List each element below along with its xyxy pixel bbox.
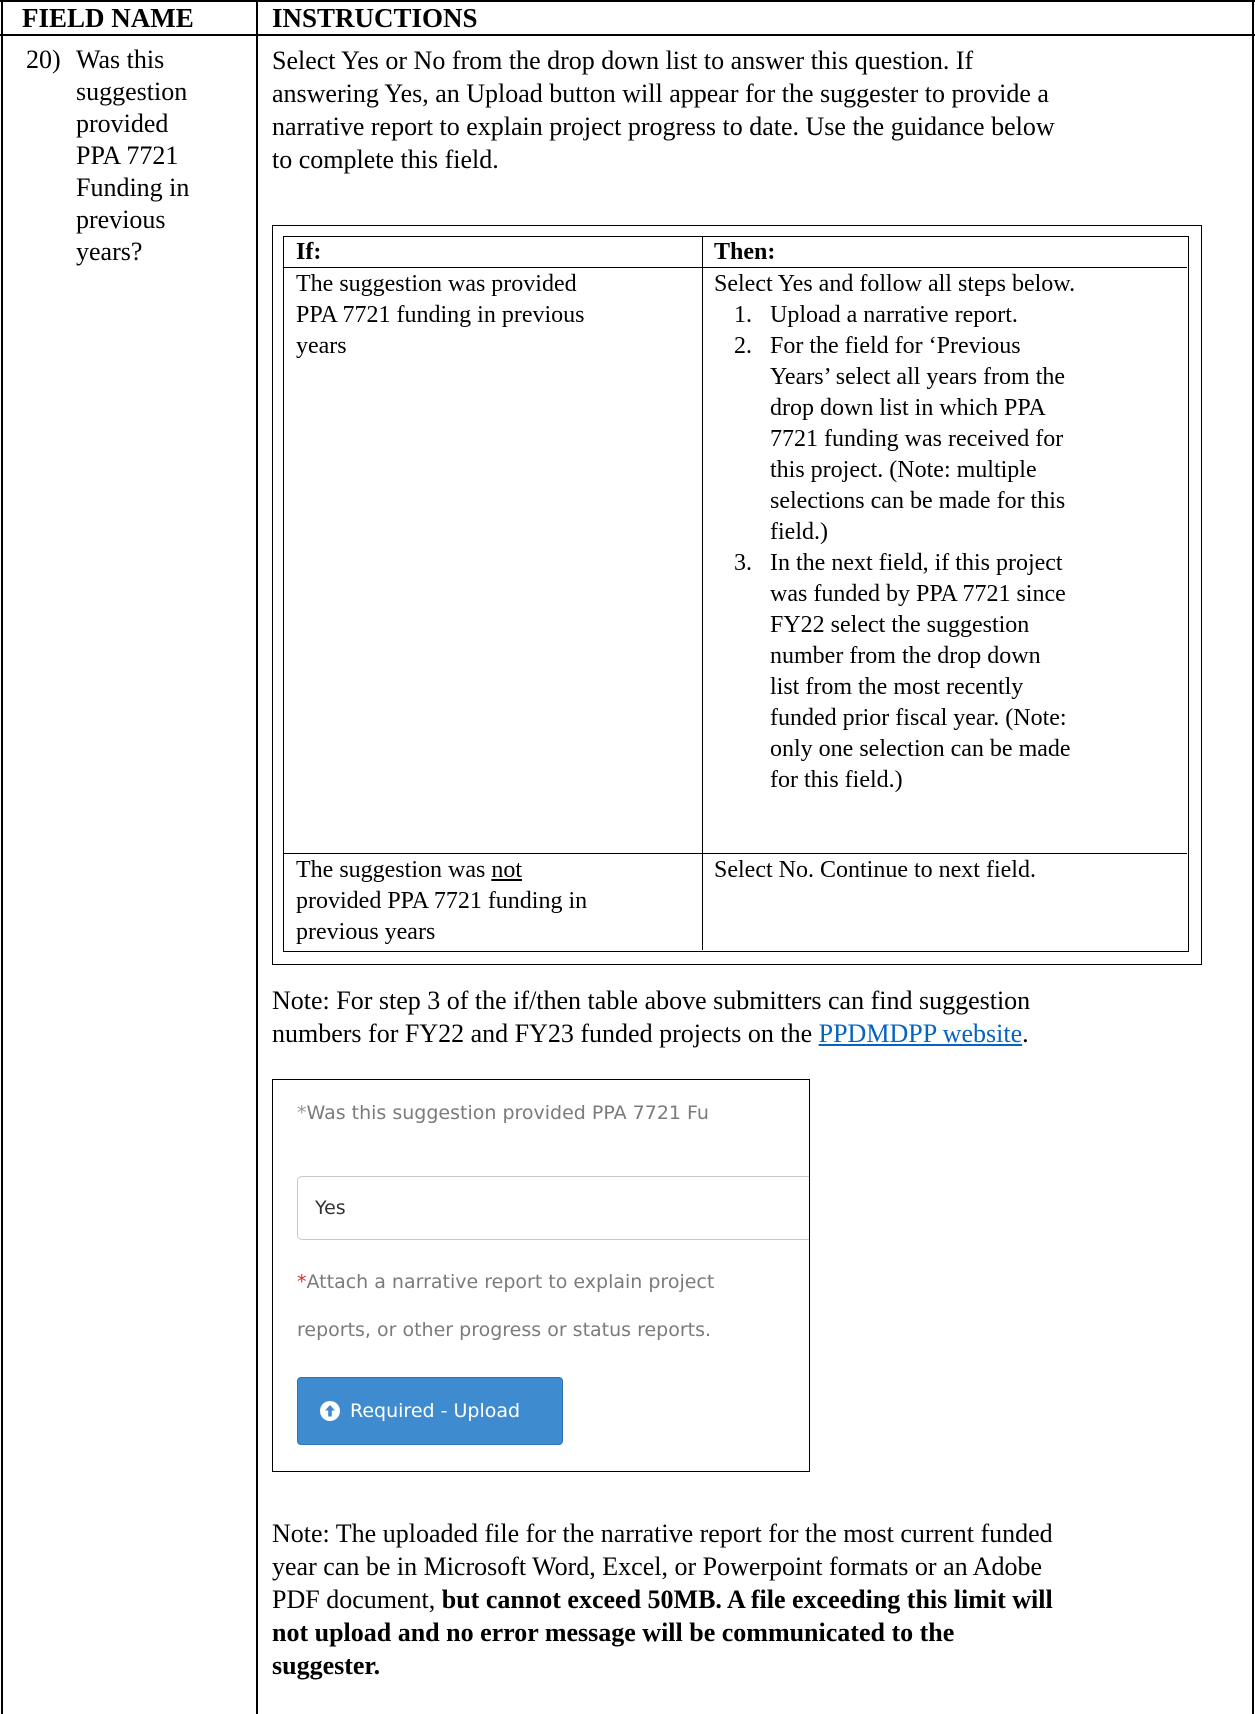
note-line: Note: The uploaded file for the narrativ… xyxy=(272,1519,1053,1548)
table-top-border xyxy=(0,0,1255,2)
row2-if-prefix: The suggestion was xyxy=(296,857,492,883)
field-name-line: years? xyxy=(76,237,143,266)
form-screenshot: *Was this suggestion provided PPA 7721 F… xyxy=(272,1079,810,1472)
step-line: funded prior fiscal year. (Note: xyxy=(770,705,1067,731)
row2-if-line: previous years xyxy=(296,919,436,945)
step-line: was funded by PPA 7721 since xyxy=(770,581,1066,607)
note-text: PDF document, xyxy=(272,1585,442,1614)
step-line: FY22 select the suggestion xyxy=(770,612,1030,638)
intro-line: Select Yes or No from the drop down list… xyxy=(272,46,974,75)
step-line: 7721 funding was received for xyxy=(770,426,1064,452)
note-bold-line: not upload and no error message will be … xyxy=(272,1618,955,1647)
question-label: *Was this suggestion provided PPA 7721 F… xyxy=(297,1095,709,1131)
field-name-line: Funding in xyxy=(76,173,190,202)
attach-label-text: Attach a narrative report to explain pro… xyxy=(306,1271,715,1293)
step-number: 2. xyxy=(734,333,752,359)
row2-then-cell: Select No. Continue to next field. xyxy=(714,857,1036,883)
note-text: . xyxy=(1022,1019,1029,1048)
header-field-name: FIELD NAME xyxy=(22,3,194,33)
attach-label: *Attach a narrative report to explain pr… xyxy=(297,1264,714,1300)
step-line: Upload a narrative report. xyxy=(770,302,1018,328)
row1-if-line: PPA 7721 funding in previous xyxy=(296,302,585,328)
row1-then-cell: Select Yes and follow all steps below. 1… xyxy=(714,269,1184,796)
field-name-line: PPA 7721 xyxy=(76,141,179,170)
if-then-table-frame: If: Then: The suggestion was provided PP… xyxy=(272,225,1202,965)
step-item: 3. In the next field, if this project wa… xyxy=(714,548,1184,796)
step-item: 2. For the field for ‘Previous Years’ se… xyxy=(714,331,1184,548)
note-step3: Note: For step 3 of the if/then table ab… xyxy=(272,984,1242,1050)
field-name-line: previous xyxy=(76,205,166,234)
then-header: Then: xyxy=(714,239,776,265)
note-bold-text: but cannot exceed 50MB. A file exceeding… xyxy=(441,1585,1053,1614)
field-name-line: suggestion xyxy=(76,77,188,106)
row1-if-cell: The suggestion was provided PPA 7721 fun… xyxy=(296,269,696,362)
table-right-border xyxy=(1252,0,1254,1714)
step-line: For the field for ‘Previous xyxy=(770,333,1021,359)
required-star: * xyxy=(297,1102,307,1124)
attach-label: reports, or other progress or status rep… xyxy=(297,1319,712,1341)
row1-then-intro: Select Yes and follow all steps below. xyxy=(714,271,1076,297)
field-name-line: provided xyxy=(76,109,169,138)
intro-line: to complete this field. xyxy=(272,145,499,174)
note-line: Note: For step 3 of the if/then table ab… xyxy=(272,986,1031,1015)
required-upload-button[interactable]: Required - Upload xyxy=(297,1377,563,1445)
step-line: In the next field, if this project xyxy=(770,550,1063,576)
note-line: PDF document, but cannot exceed 50MB. A … xyxy=(272,1583,1242,1616)
field-name-line: Was this xyxy=(76,45,165,74)
if-header: If: xyxy=(296,239,322,265)
note-bold-line: suggester. xyxy=(272,1651,381,1680)
note-line: numbers for FY22 and FY23 funded project… xyxy=(272,1017,1242,1050)
note-text: numbers for FY22 and FY23 funded project… xyxy=(272,1019,819,1048)
if-then-column-divider xyxy=(702,237,703,950)
row2-if-underlined: not xyxy=(491,857,522,883)
step-line: drop down list in which PPA xyxy=(770,395,1046,421)
instructions-table: FIELD NAME INSTRUCTIONS 20) Was this sug… xyxy=(0,0,1255,1714)
row1-if-line: The suggestion was provided xyxy=(296,271,577,297)
step-line: number from the drop down xyxy=(770,643,1041,669)
step-line: for this field.) xyxy=(770,767,903,793)
note-file-size: Note: The uploaded file for the narrativ… xyxy=(272,1517,1242,1682)
if-then-row-border xyxy=(284,853,1187,854)
required-star: * xyxy=(297,1271,307,1293)
steps-list: 1. Upload a narrative report. 2. For the… xyxy=(714,300,1184,796)
step-line: list from the most recently xyxy=(770,674,1024,700)
step-number: 1. xyxy=(734,302,752,328)
intro-line: answering Yes, an Upload button will app… xyxy=(272,79,1049,108)
field-number: 20) xyxy=(26,45,61,74)
step-line: selections can be made for this xyxy=(770,488,1066,514)
if-then-table: If: Then: The suggestion was provided PP… xyxy=(283,236,1189,952)
question-label-text: Was this suggestion provided PPA 7721 Fu xyxy=(306,1102,709,1124)
step-line: Years’ select all years from the xyxy=(770,364,1066,390)
step-line: this project. (Note: multiple xyxy=(770,457,1037,483)
step-number: 3. xyxy=(734,550,752,576)
note-line: year can be in Microsoft Word, Excel, or… xyxy=(272,1552,1042,1581)
upload-circle-icon xyxy=(318,1399,342,1423)
intro-line: narrative report to explain project prog… xyxy=(272,112,1055,141)
intro-paragraph: Select Yes or No from the drop down list… xyxy=(272,44,1242,176)
ppdmdpp-website-link[interactable]: PPDMDPP website xyxy=(819,1019,1022,1048)
row2-if-cell: The suggestion was not provided PPA 7721… xyxy=(296,855,696,948)
row2-if-line: The suggestion was not xyxy=(296,855,696,886)
row2-if-line: provided PPA 7721 funding in xyxy=(296,888,588,914)
table-left-border xyxy=(1,0,3,1714)
step-line: field.) xyxy=(770,519,828,545)
header-bottom-border xyxy=(0,34,1255,36)
upload-button-label: Required - Upload xyxy=(350,1400,521,1422)
funding-select[interactable]: Yes xyxy=(297,1176,809,1240)
header-instructions: INSTRUCTIONS xyxy=(272,3,478,33)
row1-if-line: years xyxy=(296,333,347,359)
step-item: 1. Upload a narrative report. xyxy=(714,300,1184,331)
step-line: only one selection can be made xyxy=(770,736,1071,762)
